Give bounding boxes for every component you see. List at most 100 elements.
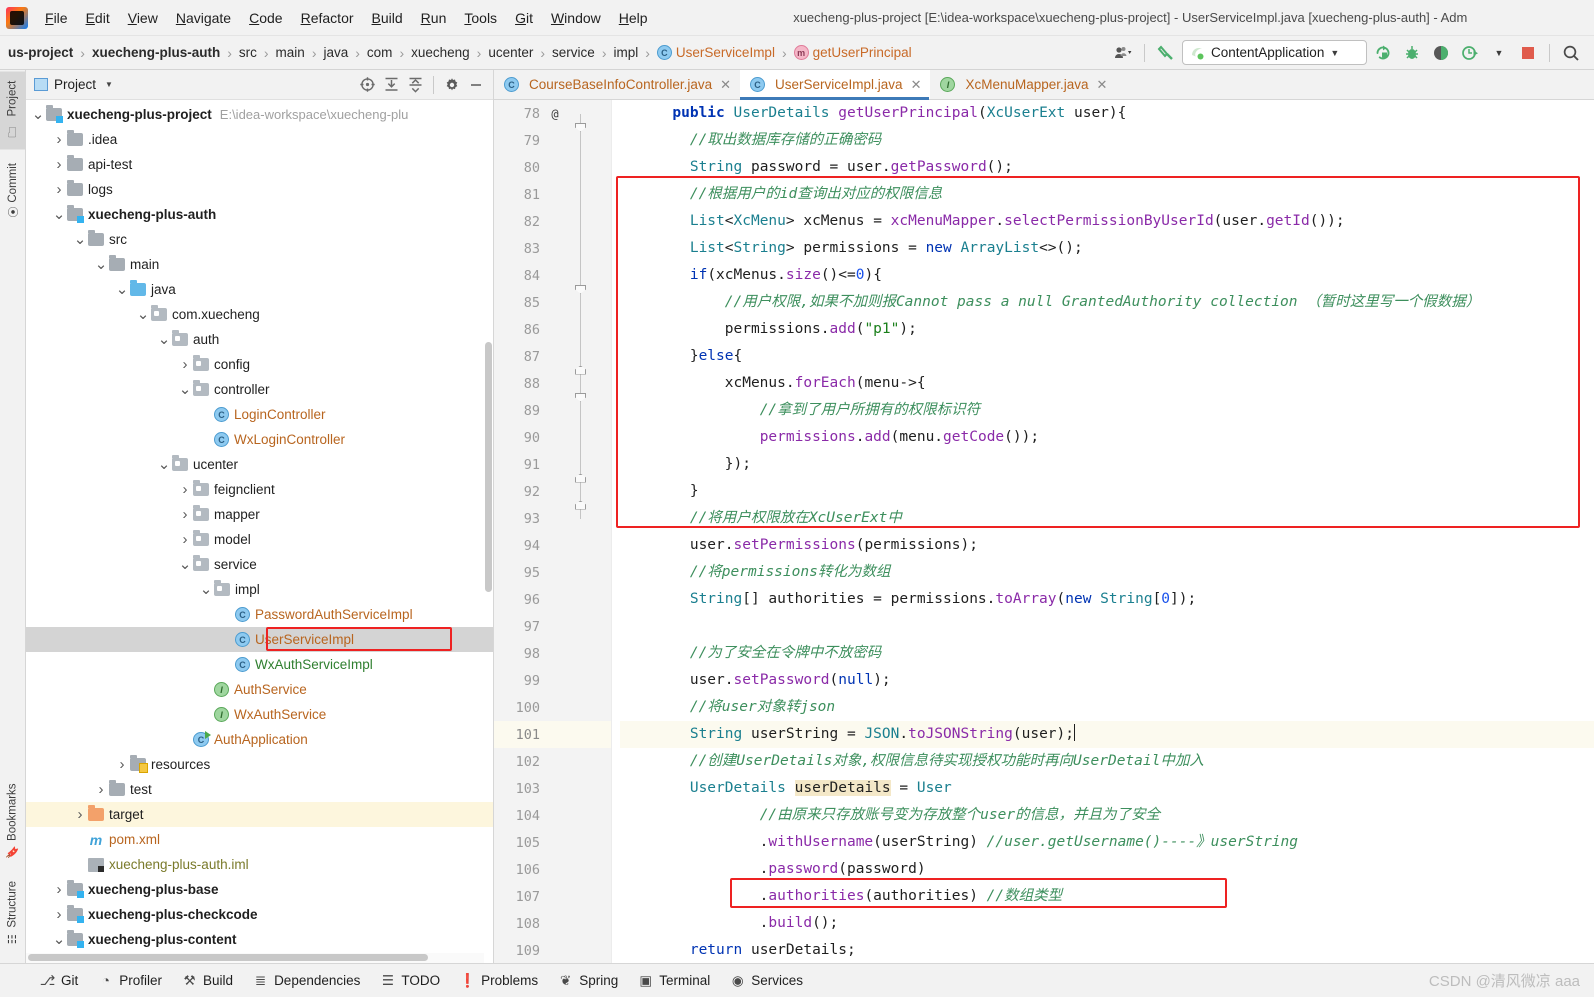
chevron-right-icon[interactable]: › <box>177 531 193 548</box>
profile-dropdown-icon[interactable] <box>1110 41 1136 65</box>
run-with-coverage-icon[interactable] <box>1428 41 1454 65</box>
gutter-line-89[interactable]: 89 <box>494 397 611 438</box>
hide-panel-icon[interactable] <box>465 74 487 96</box>
code-line-83[interactable]: List<String> permissions = new ArrayList… <box>620 235 1594 262</box>
tree-node-logincontroller[interactable]: C LoginController <box>26 402 493 427</box>
tree-node-src[interactable]: ⌄ src <box>26 227 493 252</box>
tree-node-mapper[interactable]: › mapper <box>26 502 493 527</box>
tree-node-ucenter[interactable]: ⌄ ucenter <box>26 452 493 477</box>
run-configuration-selector[interactable]: ContentApplication ▼ <box>1182 40 1367 65</box>
collapse-all-icon[interactable] <box>404 74 426 96</box>
menu-item-refactor[interactable]: Refactor <box>292 7 363 29</box>
gear-settings-icon[interactable] <box>441 74 463 96</box>
code-line-84[interactable]: if(xcMenus.size()<=0){ <box>620 262 1594 289</box>
code-line-91[interactable]: }); <box>620 451 1594 478</box>
tree-node-wxlogincontroller[interactable]: C WxLoginController <box>26 427 493 452</box>
code-line-96[interactable]: String[] authorities = permissions.toArr… <box>620 586 1594 613</box>
status-bar-item-build[interactable]: ⚒ Build <box>172 969 243 992</box>
run-icon[interactable] <box>1370 41 1396 65</box>
chevron-down-icon[interactable]: ⌄ <box>156 457 172 472</box>
gutter-line-99[interactable]: 99 <box>494 667 611 694</box>
code-line-107[interactable]: .authorities(authorities) //数组类型 <box>620 883 1594 910</box>
tree-node-authservice[interactable]: I AuthService <box>26 677 493 702</box>
chevron-right-icon[interactable]: › <box>51 881 67 898</box>
breadcrumb-item-main[interactable]: main <box>274 44 307 61</box>
stop-icon[interactable] <box>1515 41 1541 65</box>
tool-window-button-commit[interactable]: ⦿ Commit <box>1 154 25 228</box>
gutter-line-107[interactable]: 107 <box>494 883 611 910</box>
scroll-from-source-icon[interactable] <box>356 74 378 96</box>
tree-node-com-xuecheng[interactable]: ⌄ com.xuecheng <box>26 302 493 327</box>
chevron-right-icon[interactable]: › <box>114 756 130 773</box>
status-bar-item-spring[interactable]: ❦ Spring <box>548 969 628 992</box>
gutter-line-100[interactable]: 100 <box>494 694 611 721</box>
chevron-right-icon[interactable]: › <box>51 906 67 923</box>
close-icon[interactable]: ✕ <box>1097 77 1108 93</box>
project-vertical-scrollbar[interactable] <box>484 102 493 945</box>
tree-node-logs[interactable]: › logs <box>26 177 493 202</box>
close-icon[interactable]: ✕ <box>720 77 731 93</box>
menu-item-run[interactable]: Run <box>412 7 456 29</box>
code-line-100[interactable]: //将user对象转json <box>620 694 1594 721</box>
chevron-down-icon[interactable]: ⌄ <box>51 207 67 222</box>
gutter-line-92[interactable]: 92 <box>494 478 611 519</box>
gutter-line-102[interactable]: 102 <box>494 748 611 775</box>
status-bar-item-services[interactable]: ◉ Services <box>720 969 813 992</box>
chevron-right-icon[interactable]: › <box>93 781 109 798</box>
chevron-right-icon[interactable]: › <box>72 806 88 823</box>
gutter-line-95[interactable]: 95 <box>494 559 611 586</box>
profiler-icon[interactable] <box>1457 41 1483 65</box>
chevron-down-icon[interactable]: ▼ <box>1486 41 1512 65</box>
tree-node-config[interactable]: › config <box>26 352 493 377</box>
gutter-line-103[interactable]: 103 <box>494 775 611 802</box>
tree-node-xuecheng-plus-project[interactable]: ⌄ xuecheng-plus-project E:\idea-workspace\… <box>26 102 493 127</box>
code-line-94[interactable]: user.setPermissions(permissions); <box>620 532 1594 559</box>
project-tree[interactable]: ⌄ xuecheng-plus-project E:\idea-workspace\… <box>26 100 493 963</box>
tree-node-authapplication[interactable]: C AuthApplication <box>26 727 493 752</box>
code-line-88[interactable]: xcMenus.forEach(menu->{ <box>620 370 1594 397</box>
breadcrumb-item-java[interactable]: java <box>321 44 350 61</box>
code-line-90[interactable]: permissions.add(menu.getCode()); <box>620 424 1594 451</box>
breadcrumb-item-xuecheng[interactable]: xuecheng <box>409 44 472 61</box>
menu-item-build[interactable]: Build <box>363 7 412 29</box>
tree-node-pom-xml[interactable]: m pom.xml <box>26 827 493 852</box>
status-bar-item-terminal[interactable]: ▣ Terminal <box>628 969 720 992</box>
tool-window-button-bookmarks[interactable]: 🔖 Bookmarks <box>2 774 23 868</box>
code-line-82[interactable]: List<XcMenu> xcMenus = xcMenuMapper.sele… <box>620 208 1594 235</box>
code-line-104[interactable]: //由原来只存放账号变为存放整个user的信息，并且为了安全 <box>620 802 1594 829</box>
chevron-down-icon[interactable]: ⌄ <box>93 257 109 272</box>
breadcrumb-item-xuecheng-plus-auth[interactable]: xuecheng-plus-auth <box>90 44 222 61</box>
menu-item-code[interactable]: Code <box>240 7 291 29</box>
tree-node-xuecheng-plus-base[interactable]: › xuecheng-plus-base <box>26 877 493 902</box>
menu-item-window[interactable]: Window <box>542 7 610 29</box>
gutter-line-86[interactable]: 86 <box>494 316 611 357</box>
gutter-line-104[interactable]: 104 <box>494 802 611 829</box>
tree-node-auth[interactable]: ⌄ auth <box>26 327 493 352</box>
chevron-down-icon[interactable]: ⌄ <box>30 107 46 122</box>
tree-node-api-test[interactable]: › api-test <box>26 152 493 177</box>
gutter-line-109[interactable]: 109 <box>494 937 611 963</box>
chevron-down-icon[interactable]: ⌄ <box>114 282 130 297</box>
editor-tab-coursebaseinfocontroller-java[interactable]: C CourseBaseInfoController.java ✕ <box>494 70 740 99</box>
menu-item-edit[interactable]: Edit <box>77 7 119 29</box>
gutter-line-90[interactable]: 90 <box>494 424 611 465</box>
search-everywhere-icon[interactable] <box>1558 41 1584 65</box>
editor-tab-userserviceimpl-java[interactable]: C UserServiceImpl.java ✕ <box>740 70 931 100</box>
tree-node-model[interactable]: › model <box>26 527 493 552</box>
gutter-line-105[interactable]: 105 <box>494 829 611 856</box>
gutter-line-79[interactable]: 79 <box>494 127 611 168</box>
gutter-line-88[interactable]: 88 <box>494 370 611 411</box>
tree-node-xuecheng-plus-auth-iml[interactable]: xuecheng-plus-auth.iml <box>26 852 493 877</box>
chevron-down-icon[interactable]: ▼ <box>1330 48 1339 58</box>
breadcrumb-item-getuserprincipal[interactable]: m getUserPrincipal <box>792 44 914 61</box>
gutter-line-98[interactable]: 98 <box>494 640 611 667</box>
tree-node-test[interactable]: › test <box>26 777 493 802</box>
code-line-97[interactable] <box>620 613 1594 640</box>
status-bar-item-dependencies[interactable]: ≣ Dependencies <box>243 969 370 992</box>
code-line-80[interactable]: String password = user.getPassword(); <box>620 154 1594 181</box>
chevron-right-icon[interactable]: › <box>177 356 193 373</box>
gutter-line-78[interactable]: 78 @ <box>494 100 611 141</box>
code-line-95[interactable]: //将permissions转化为数组 <box>620 559 1594 586</box>
menu-item-help[interactable]: Help <box>610 7 657 29</box>
code-line-79[interactable]: //取出数据库存储的正确密码 <box>620 127 1594 154</box>
